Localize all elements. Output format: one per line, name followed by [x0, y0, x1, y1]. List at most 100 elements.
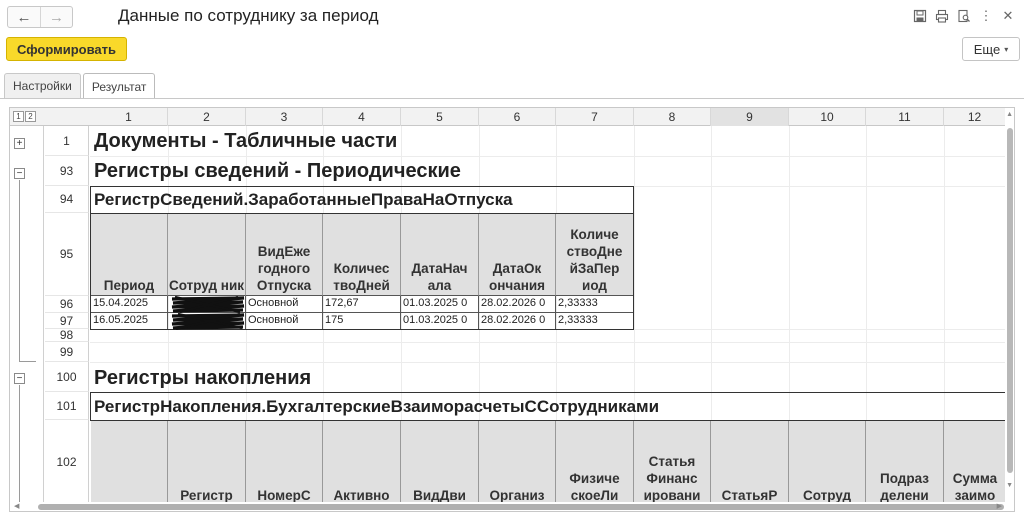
- scroll-right-icon[interactable]: ▶: [997, 502, 1002, 510]
- table-header-cell: Период: [91, 214, 168, 296]
- table-header-cell: [91, 421, 168, 506]
- table-cell[interactable]: Основной: [246, 313, 323, 329]
- table-cell[interactable]: 28.02.2026 0: [479, 313, 556, 329]
- horizontal-scrollbar[interactable]: ◀ ▶: [10, 502, 1014, 511]
- close-icon[interactable]: ✕: [1000, 8, 1016, 24]
- vertical-scroll-thumb[interactable]: [1007, 128, 1013, 473]
- vertical-scrollbar[interactable]: ▲ ▼: [1005, 108, 1014, 504]
- level-1-button[interactable]: 1: [13, 111, 24, 122]
- table-cell[interactable]: 28.02.2026 0: [479, 296, 556, 313]
- table-cell[interactable]: Основной: [246, 296, 323, 313]
- level-2-button[interactable]: 2: [25, 111, 36, 122]
- column-header[interactable]: 3: [246, 108, 323, 126]
- row-number[interactable]: 96: [45, 296, 89, 313]
- more-button[interactable]: Еще ▾: [962, 37, 1020, 61]
- scroll-down-icon[interactable]: ▼: [1006, 482, 1013, 489]
- scroll-up-icon[interactable]: ▲: [1006, 111, 1013, 118]
- group-line: [19, 180, 20, 361]
- scroll-left-icon[interactable]: ◀: [14, 502, 19, 510]
- row-number[interactable]: 94: [45, 186, 89, 213]
- row-number[interactable]: 95: [45, 213, 89, 296]
- section-title-accumulation: Регистры накопления: [94, 367, 312, 389]
- section-title-documents: Документы - Табличные части: [94, 130, 398, 152]
- table-header-cell: Сотруд ник: [168, 214, 246, 296]
- table-header-cell: ВидДви: [401, 421, 479, 506]
- register-title: РегистрСведений.ЗаработанныеПраваНаОтпус…: [94, 190, 513, 209]
- table-header-cell: Сотруд: [789, 421, 866, 506]
- more-button-label: Еще: [973, 41, 1001, 57]
- column-header[interactable]: 7: [556, 108, 634, 126]
- column-header-bar: 1 2 1 2 3 4 5 6 7 8 9 10 11 12: [10, 108, 1014, 126]
- table-header-cell: Сумма заимо: [944, 421, 1006, 506]
- table-cell[interactable]: 01.03.2025 0: [401, 296, 479, 313]
- title-bar: ← → Данные по сотруднику за период ⋮ ✕: [0, 0, 1024, 34]
- collapse-icon[interactable]: −: [14, 168, 25, 179]
- collapse-icon[interactable]: −: [14, 373, 25, 384]
- window-title: Данные по сотруднику за период: [118, 6, 379, 25]
- row-number[interactable]: 98: [45, 328, 89, 342]
- table-header-cell: НомерС: [246, 421, 323, 506]
- row-number[interactable]: 100: [45, 362, 89, 392]
- print-icon[interactable]: [934, 8, 950, 24]
- column-header[interactable]: 8: [634, 108, 711, 126]
- table-header-cell: Организ: [479, 421, 556, 506]
- save-icon[interactable]: [912, 8, 928, 24]
- group-line-end: [19, 361, 36, 362]
- table-header-cell: Физиче скоеЛи: [556, 421, 634, 506]
- grid-line: [90, 342, 1014, 343]
- row-number[interactable]: 97: [45, 313, 89, 329]
- more-menu-icon[interactable]: ⋮: [978, 8, 994, 24]
- table-header-cell: Статья Финанс ировани: [634, 421, 711, 506]
- tab-settings[interactable]: Настройки: [4, 73, 81, 98]
- horizontal-scroll-thumb[interactable]: [38, 504, 1004, 510]
- row-number[interactable]: 99: [45, 342, 89, 362]
- column-header[interactable]: 1: [90, 108, 168, 126]
- table-header-cell: ДатаОк ончания: [479, 214, 556, 296]
- table-header-cell: ДатаНач ала: [401, 214, 479, 296]
- table-cell[interactable]: 15.04.2025: [91, 296, 168, 313]
- tab-result[interactable]: Результат: [82, 73, 156, 99]
- generate-button[interactable]: Сформировать: [6, 37, 127, 61]
- table-header-cell: Количе ствоДне йЗаПер иод: [556, 214, 633, 296]
- expand-icon[interactable]: +: [14, 138, 25, 149]
- group-line: [19, 385, 20, 505]
- column-header[interactable]: 6: [479, 108, 556, 126]
- row-number[interactable]: 102: [45, 420, 89, 504]
- grid-line: [90, 156, 1014, 157]
- forward-button[interactable]: →: [40, 7, 72, 27]
- table-cell[interactable]: 172,67: [323, 296, 401, 313]
- register-title: РегистрНакопления.БухгалтерскиеВзаиморас…: [94, 397, 660, 416]
- table-header-cell: ВидЕже годного Отпуска: [246, 214, 323, 296]
- column-header[interactable]: 4: [323, 108, 401, 126]
- column-header-selected[interactable]: 9: [711, 108, 789, 126]
- table-header-cell: Подраз делени: [866, 421, 944, 506]
- column-header[interactable]: 2: [168, 108, 246, 126]
- table-cell[interactable]: 175: [323, 313, 401, 329]
- table-cell[interactable]: 2,33333: [556, 296, 633, 313]
- table-cell[interactable]: 01.03.2025 0: [401, 313, 479, 329]
- table-header-cell: Активно: [323, 421, 401, 506]
- table-cell[interactable]: 2,33333: [556, 313, 633, 329]
- column-header[interactable]: 5: [401, 108, 479, 126]
- row-number[interactable]: 101: [45, 392, 89, 420]
- preview-icon[interactable]: [956, 8, 972, 24]
- column-header[interactable]: 10: [789, 108, 866, 126]
- section-title-periodic: Регистры сведений - Периодические: [94, 160, 461, 182]
- table-header-cell: Регистр: [168, 421, 246, 506]
- row-number[interactable]: 1: [45, 126, 89, 156]
- row-number[interactable]: 93: [45, 156, 89, 186]
- report-spreadsheet[interactable]: 1 2 1 2 3 4 5 6 7 8 9 10 11 12 + − − 1 9…: [9, 107, 1015, 512]
- redaction-scribble: [171, 296, 245, 313]
- table-header-cell: СтатьяР: [711, 421, 789, 506]
- tab-divider: [0, 98, 1024, 99]
- table-header-cell: Количес твоДней: [323, 214, 401, 296]
- chevron-down-icon: ▾: [1004, 44, 1009, 54]
- column-header[interactable]: 11: [866, 108, 944, 126]
- column-header[interactable]: 12: [944, 108, 1006, 126]
- nav-buttons: ← →: [7, 6, 73, 28]
- table-cell[interactable]: 16.05.2025: [91, 313, 168, 329]
- grouping-level-buttons: 1 2: [13, 111, 36, 122]
- back-button[interactable]: ←: [8, 7, 40, 27]
- redaction-scribble: [171, 313, 245, 330]
- tab-bar: Настройки Результат: [4, 73, 157, 99]
